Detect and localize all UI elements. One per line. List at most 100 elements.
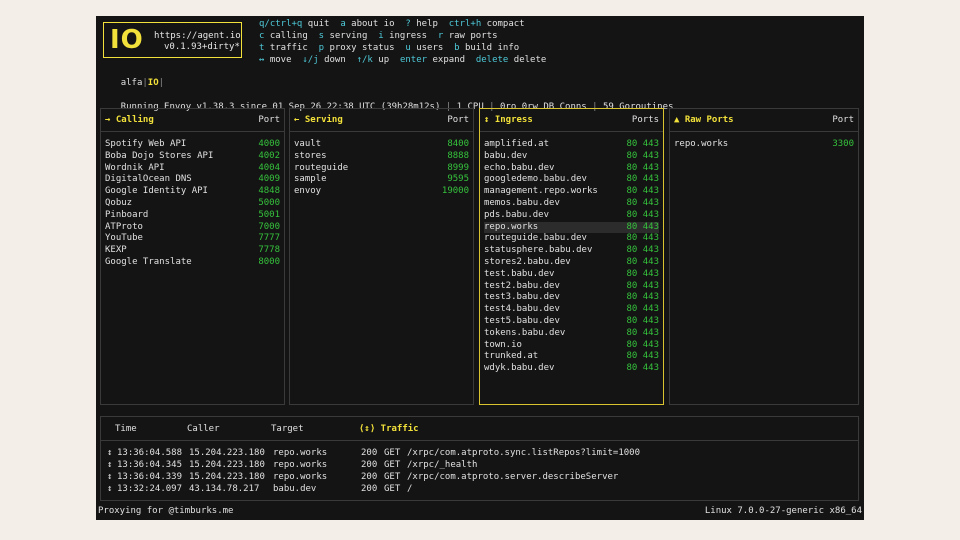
calling-row-port: 7777 — [258, 233, 280, 244]
shortcut-key[interactable]: ↔ — [259, 55, 264, 65]
ingress-row[interactable]: echo.babu.dev 80 443 — [484, 163, 659, 175]
ingress-row-port: 80 443 — [626, 268, 659, 279]
ingress-row-name: test5.babu.dev — [484, 315, 560, 326]
ingress-row[interactable]: test2.babu.dev 80 443 — [484, 281, 659, 293]
calling-row[interactable]: Spotify Web API 4000 — [105, 139, 280, 151]
ingress-row-name: amplified.at — [484, 139, 550, 149]
traffic-row-time: 13:32:24.097 — [117, 484, 183, 494]
shortcut-key[interactable]: b — [454, 43, 459, 53]
ingress-row-port: 80 443 — [626, 139, 659, 149]
ingress-row[interactable]: pds.babu.dev 80 443 — [484, 210, 659, 222]
ingress-row[interactable]: test.babu.dev 80 443 — [484, 269, 659, 281]
calling-col-header: Port — [258, 115, 280, 125]
ingress-row[interactable]: statusphere.babu.dev 80 443 — [484, 245, 659, 257]
calling-row[interactable]: Wordnik API 4004 — [105, 163, 280, 175]
ingress-row[interactable]: routeguide.babu.dev 80 443 — [484, 233, 659, 245]
calling-row-name: Google Identity API — [105, 186, 208, 197]
traffic-panel[interactable]: Time Caller Target ⟨↕⟩ Traffic ↕ 13:36:04… — [100, 416, 859, 501]
shortcut-desc: serving — [329, 31, 368, 41]
ingress-row[interactable]: babu.dev 80 443 — [484, 151, 659, 163]
shortcut-key[interactable]: s — [319, 31, 324, 41]
calling-row-name: Google Translate — [105, 256, 192, 267]
serving-row-port: 9595 — [447, 174, 469, 185]
calling-row[interactable]: YouTube 7777 — [105, 233, 280, 245]
shortcut-key[interactable]: q/ctrl+q — [259, 19, 302, 29]
serving-panel[interactable]: ← Serving Port vault 8400 stores 8888 routegu… — [289, 108, 474, 405]
footer-proxy: Proxying for @timburks.me — [98, 506, 234, 516]
traffic-row-target: repo.works — [273, 448, 328, 458]
shortcut-key[interactable]: p — [319, 43, 324, 53]
shortcut-desc: users — [416, 43, 444, 53]
ingress-row[interactable]: stores2.babu.dev 80 443 — [484, 257, 659, 269]
shortcut-desc: traffic — [269, 43, 308, 53]
serving-row-port: 19000 — [441, 186, 469, 197]
serving-row[interactable]: routeguide 8999 — [294, 163, 469, 175]
calling-row[interactable]: Google Translate 8000 — [105, 257, 280, 269]
calling-panel[interactable]: → Calling Port Spotify Web API 4000 Boba Do… — [100, 108, 285, 405]
ingress-row[interactable]: wdyk.babu.dev 80 443 — [484, 363, 659, 375]
ingress-row-port: 80 443 — [626, 186, 659, 197]
ingress-row[interactable]: amplified.at 80 443 — [484, 139, 659, 151]
serving-row[interactable]: envoy 19000 — [294, 186, 469, 198]
ingress-col-header: Ports — [631, 115, 659, 125]
ingress-row-name: town.io — [484, 339, 522, 350]
ingress-row-port: 80 443 — [626, 256, 659, 267]
ingress-row-name: trunked.at — [484, 351, 539, 362]
serving-title: ← Serving — [294, 115, 343, 125]
calling-row[interactable]: Google Identity API 4848 — [105, 186, 280, 198]
ingress-row[interactable]: test5.babu.dev 80 443 — [484, 316, 659, 328]
shortcut-key[interactable]: enter — [400, 55, 427, 65]
ingress-row[interactable]: town.io 80 443 — [484, 340, 659, 352]
traffic-row-target: repo.works — [273, 460, 328, 470]
ingress-row[interactable]: tokens.babu.dev 80 443 — [484, 328, 659, 340]
serving-row[interactable]: stores 8888 — [294, 151, 469, 163]
calling-row[interactable]: KEXP 7778 — [105, 245, 280, 257]
traffic-row-method: GET — [384, 448, 401, 458]
ingress-panel[interactable]: ↕ Ingress Ports amplified.at 80 443 babu.de… — [479, 108, 664, 405]
traffic-row-status: 200 — [361, 484, 378, 494]
shortcut-desc: about io — [351, 19, 395, 29]
calling-row[interactable]: Pinboard 5001 — [105, 210, 280, 222]
shortcut-key[interactable]: delete — [476, 55, 509, 65]
traffic-row-caller: 15.204.223.180 — [189, 472, 265, 482]
ingress-row[interactable]: test4.babu.dev 80 443 — [484, 304, 659, 316]
serving-row-name: stores — [294, 150, 327, 161]
ingress-row[interactable]: management.repo.works 80 443 — [484, 186, 659, 198]
shortcut-key[interactable]: a — [340, 19, 345, 29]
shortcut-desc: build info — [464, 43, 520, 53]
ingress-row[interactable]: trunked.at 80 443 — [484, 351, 659, 363]
shortcut-key[interactable]: u — [405, 43, 410, 53]
traffic-row-path: /xrpc/_health — [407, 460, 478, 470]
shortcut-desc: calling — [269, 31, 308, 41]
traffic-row-target: repo.works — [273, 472, 328, 482]
shortcut-key[interactable]: ↑/k — [357, 55, 373, 65]
calling-row[interactable]: ATProto 7000 — [105, 222, 280, 234]
logo-url[interactable]: https://agent.io — [154, 31, 241, 42]
traffic-row-time: 13:36:04.345 — [117, 460, 183, 470]
logo-mark: IO — [110, 25, 144, 55]
raw-row[interactable]: repo.works 3300 — [674, 139, 854, 151]
calling-row[interactable]: Qobuz 5000 — [105, 198, 280, 210]
serving-row[interactable]: sample 9595 — [294, 174, 469, 186]
shortcut-key[interactable]: t — [259, 43, 264, 53]
traffic-row-icon: ↕ — [107, 460, 113, 470]
shortcut-key[interactable]: i — [378, 31, 383, 41]
shortcut-key[interactable]: ctrl+h — [449, 19, 482, 29]
raw-ports-panel[interactable]: ▲ Raw Ports Port repo.works 3300 — [669, 108, 859, 405]
shortcut-key[interactable]: r — [438, 31, 443, 41]
shortcut-key[interactable]: ↓/j — [302, 55, 318, 65]
shortcut-desc: proxy status — [329, 43, 395, 53]
serving-row[interactable]: vault 8400 — [294, 139, 469, 151]
ingress-row[interactable]: repo.works 80 443 — [484, 221, 659, 234]
ingress-row[interactable]: test3.babu.dev 80 443 — [484, 292, 659, 304]
traffic-row-status: 200 — [361, 460, 378, 470]
raw-row-name: repo.works — [674, 139, 729, 149]
traffic-row-time: 13:36:04.588 — [117, 448, 183, 458]
ingress-row[interactable]: googledemo.babu.dev 80 443 — [484, 174, 659, 186]
ingress-title: ↕ Ingress — [484, 115, 533, 125]
calling-row[interactable]: Boba Dojo Stores API 4002 — [105, 151, 280, 163]
ingress-row[interactable]: memos.babu.dev 80 443 — [484, 198, 659, 210]
shortcut-key[interactable]: c — [259, 31, 264, 41]
calling-row[interactable]: DigitalOcean DNS 4009 — [105, 174, 280, 186]
shortcut-key[interactable]: ? — [405, 19, 410, 29]
